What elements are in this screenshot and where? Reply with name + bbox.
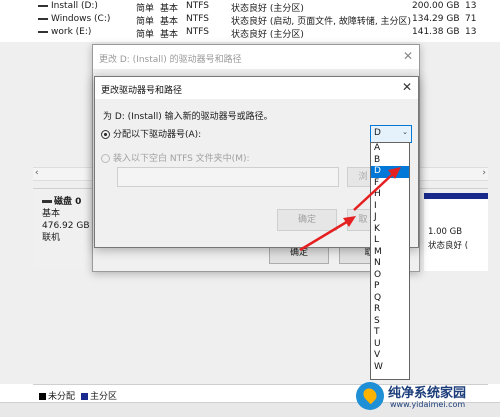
close-icon[interactable]: ✕	[402, 80, 412, 94]
folder-path-input[interactable]	[117, 167, 339, 187]
instruction-text: 为 D: (Install) 输入新的驱动器号或路径。	[103, 112, 273, 122]
dropdown-option[interactable]: O	[371, 270, 409, 282]
disk-icon	[42, 200, 52, 203]
volume-capacity: 200.00 GB	[412, 1, 460, 11]
disk-label[interactable]: 磁盘 0 基本 476.92 GB 联机	[42, 196, 90, 244]
radio-selected-icon[interactable]	[101, 130, 110, 139]
partition-block[interactable]: 1.00 GB 状态良好 (	[424, 193, 488, 271]
table-row[interactable]: Install (D:) 简单 基本 NTFS 状态良好 (主分区) 200.0…	[0, 0, 500, 14]
dropdown-option[interactable]: L	[371, 235, 409, 247]
dropdown-option[interactable]: S	[371, 316, 409, 328]
dialog-title: 更改 D: (Install) 的驱动器号和路径	[99, 55, 242, 65]
scroll-right-icon[interactable]: ›	[482, 168, 486, 178]
legend-swatch	[81, 393, 88, 400]
dropdown-option[interactable]: H	[371, 189, 409, 201]
dialog-titlebar[interactable]: 更改 D: (Install) 的驱动器号和路径 ✕	[93, 45, 419, 69]
dialog-titlebar[interactable]: 更改驱动器号和路径 ✕	[95, 77, 418, 99]
volume-fs: NTFS	[186, 27, 209, 37]
chevron-down-icon[interactable]: ⌄	[402, 128, 408, 136]
dropdown-option[interactable]: I	[371, 201, 409, 213]
volume-layout: 简单	[136, 30, 155, 40]
table-row[interactable]: work (E:) 简单 基本 NTFS 状态良好 (主分区) 141.38 G…	[0, 26, 500, 40]
volume-fs: NTFS	[186, 1, 209, 11]
assign-letter-label: 分配以下驱动器号(A):	[113, 130, 202, 140]
disk-state: 联机	[42, 233, 61, 243]
dropdown-option[interactable]: M	[371, 247, 409, 259]
dialog-title: 更改驱动器号和路径	[101, 86, 183, 96]
drive-letter-dropdown[interactable]: ABDFHIJKLMNOPQRSTUVW	[370, 142, 410, 380]
watermark-url: www.yidaimei.com	[390, 400, 466, 409]
dropdown-option[interactable]: F	[371, 178, 409, 190]
dropdown-option[interactable]: T	[371, 327, 409, 339]
volume-name: work (E:)	[38, 27, 91, 37]
table-row[interactable]: Windows (C:) 简单 基本 NTFS 状态良好 (启动, 页面文件, …	[0, 13, 500, 27]
dropdown-option[interactable]: N	[371, 258, 409, 270]
legend-swatch	[39, 393, 46, 400]
dropdown-option[interactable]: P	[371, 281, 409, 293]
dropdown-option[interactable]: A	[371, 143, 409, 155]
close-icon[interactable]: ✕	[403, 49, 413, 63]
volume-type: 基本	[160, 30, 179, 40]
volume-free: 13	[465, 27, 477, 37]
dropdown-option[interactable]: Q	[371, 293, 409, 305]
partition-size: 1.00 GB	[428, 227, 463, 237]
dropdown-option[interactable]: V	[371, 350, 409, 362]
legend-item-unallocated: 未分配	[39, 389, 75, 402]
ok-button[interactable]: 确定	[277, 209, 337, 231]
dropdown-option[interactable]: R	[371, 304, 409, 316]
dropdown-option[interactable]: J	[371, 212, 409, 224]
drive-letter-select[interactable]: D ⌄	[370, 125, 412, 143]
volume-table: Install (D:) 简单 基本 NTFS 状态良好 (主分区) 200.0…	[0, 0, 500, 42]
scroll-left-icon[interactable]: ‹	[35, 168, 39, 178]
disk-size: 476.92 GB	[42, 221, 90, 231]
dropdown-option[interactable]: W	[371, 362, 409, 374]
volume-name: Windows (C:)	[38, 14, 110, 24]
radio-icon[interactable]	[101, 154, 110, 163]
disk-title: 磁盘 0	[42, 196, 90, 208]
dropdown-option[interactable]: D	[371, 166, 409, 178]
watermark-logo: 纯净系统家园 www.yidaimei.com	[356, 380, 496, 414]
dropdown-option[interactable]: B	[371, 155, 409, 167]
assign-letter-radio[interactable]: 分配以下驱动器号(A):	[101, 127, 201, 140]
volume-capacity: 134.29 GB	[412, 14, 460, 24]
dropdown-option[interactable]: U	[371, 339, 409, 351]
partition-status: 状态良好 (	[428, 241, 469, 251]
volume-free: 71	[465, 14, 477, 24]
watermark-name: 纯净系统家园	[388, 386, 467, 401]
legend-item-primary: 主分区	[81, 389, 117, 402]
volume-status: 状态良好 (主分区)	[231, 30, 304, 40]
volume-fs: NTFS	[186, 14, 209, 24]
brand-logo-icon	[356, 382, 384, 410]
mount-folder-radio[interactable]: 装入以下空白 NTFS 文件夹中(M):	[101, 151, 250, 164]
selected-drive-letter: D	[374, 128, 381, 138]
volume-free: 13	[465, 1, 477, 11]
dropdown-option[interactable]: K	[371, 224, 409, 236]
volume-capacity: 141.38 GB	[412, 27, 460, 37]
disk-type: 基本	[42, 209, 61, 219]
volume-name: Install (D:)	[38, 1, 98, 11]
mount-folder-label: 装入以下空白 NTFS 文件夹中(M):	[113, 154, 250, 164]
